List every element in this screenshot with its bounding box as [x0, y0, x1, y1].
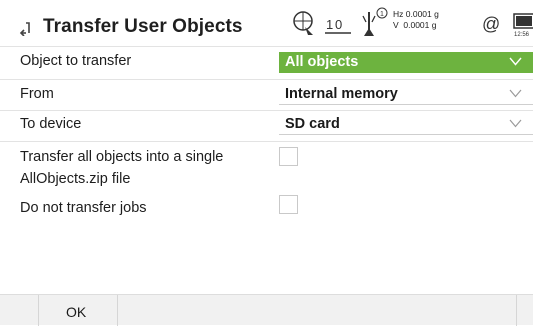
clock-time: 12:56 [514, 32, 530, 38]
connection-at-icon[interactable]: @ [482, 14, 500, 35]
softkey-empty[interactable] [516, 295, 533, 326]
accuracy-readout: Hz 0.0001 g V 0.0001 g [393, 9, 439, 30]
chevron-down-icon [509, 119, 522, 128]
svg-text:1: 1 [380, 11, 384, 18]
softkey-bar: OK [0, 294, 533, 326]
ok-button-label: OK [66, 304, 87, 320]
single-zip-label-line2: AllObjects.zip file [20, 171, 131, 187]
single-zip-checkbox[interactable] [279, 147, 298, 166]
page-title: Transfer User Objects [43, 16, 243, 37]
compensator-icon[interactable]: 1 [361, 6, 389, 40]
object-to-transfer-label: Object to transfer [20, 53, 132, 69]
divider [0, 46, 533, 47]
title-bar: Transfer User Objects 1 0 1 Hz 0.0001 g … [0, 0, 533, 45]
single-zip-label-line1: Transfer all objects into a single [20, 149, 224, 165]
no-jobs-checkbox[interactable] [279, 195, 298, 214]
target-icon[interactable] [291, 9, 317, 37]
from-value: Internal memory [285, 86, 398, 102]
to-device-select[interactable]: SD card [279, 114, 533, 135]
object-to-transfer-value: All objects [285, 54, 359, 70]
svg-text:0: 0 [335, 17, 342, 32]
chevron-down-icon [509, 57, 522, 66]
from-label: From [20, 86, 54, 102]
prism-icon[interactable]: 1 0 [323, 9, 353, 39]
chevron-down-icon [509, 89, 522, 98]
to-device-value: SD card [285, 116, 340, 132]
divider [0, 110, 533, 111]
divider [0, 79, 533, 80]
object-to-transfer-select[interactable]: All objects [279, 52, 533, 73]
svg-text:1: 1 [326, 17, 333, 32]
ok-button[interactable]: OK [38, 295, 118, 326]
divider [0, 141, 533, 142]
from-select[interactable]: Internal memory [279, 84, 533, 105]
back-icon[interactable] [17, 20, 33, 36]
to-device-label: To device [20, 116, 82, 132]
no-jobs-label: Do not transfer jobs [20, 200, 147, 216]
